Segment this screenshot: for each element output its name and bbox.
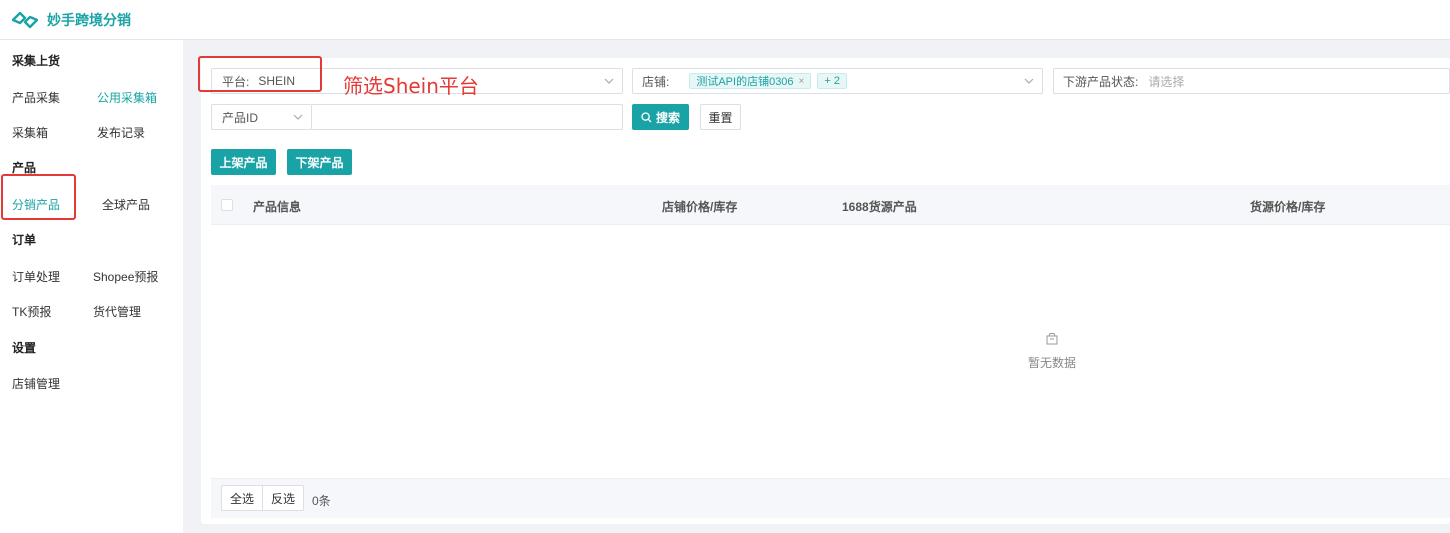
select-all-checkbox[interactable] — [221, 199, 233, 211]
store-tag[interactable]: 测试API的店铺0306 × — [689, 73, 812, 89]
highlight-box-distribution-products — [1, 174, 76, 220]
reset-button[interactable]: 重置 — [700, 104, 741, 130]
chevron-down-icon — [1024, 78, 1034, 84]
nav-item-order-processing[interactable]: 订单处理 — [12, 268, 60, 285]
nav-item-collect-box[interactable]: 采集箱 — [12, 124, 48, 141]
column-store-price-stock: 店铺价格/库存 — [662, 200, 738, 214]
chevron-down-icon — [293, 114, 303, 120]
id-type-select[interactable]: 产品ID — [211, 104, 312, 130]
empty-state: 暂无数据 — [1002, 332, 1102, 371]
column-product-info: 产品信息 — [253, 200, 302, 214]
nav-item-publish-records[interactable]: 发布记录 — [97, 124, 145, 141]
top-bar: 妙手跨境分销 — [0, 0, 1450, 40]
app-title: 妙手跨境分销 — [47, 11, 131, 28]
downstream-status-select[interactable]: 下游产品状态: 请选择 — [1053, 68, 1450, 94]
nav-item-store-management[interactable]: 店铺管理 — [12, 375, 60, 392]
nav-section-collect: 采集上货 — [12, 54, 61, 68]
column-source-price-stock: 货源价格/库存 — [1250, 200, 1326, 214]
nav-item-public-collect-box[interactable]: 公用采集箱 — [97, 89, 157, 106]
record-count: 0条 — [312, 494, 331, 508]
nav-item-global-products[interactable]: 全球产品 — [102, 196, 150, 213]
search-icon — [641, 111, 652, 122]
nav-item-shopee-forecast[interactable]: Shopee预报 — [93, 268, 158, 285]
highlight-box-platform — [198, 56, 322, 92]
nav-item-forwarder-management[interactable]: 货代管理 — [93, 303, 141, 320]
table-footer: 全选 反选 0条 — [211, 478, 1450, 518]
select-all-button[interactable]: 全选 — [222, 486, 262, 510]
empty-box-icon — [1046, 333, 1058, 345]
chevron-down-icon — [604, 78, 614, 84]
nav-section-orders: 订单 — [12, 233, 37, 247]
nav-item-product-collect[interactable]: 产品采集 — [12, 89, 60, 106]
list-products-button[interactable]: 上架产品 — [211, 149, 276, 175]
downstream-status-label: 下游产品状态: — [1063, 74, 1139, 89]
product-id-input[interactable] — [311, 104, 623, 130]
nav-item-tk-forecast[interactable]: TK预报 — [12, 303, 51, 320]
store-tag-label: 测试API的店铺0306 — [696, 76, 794, 88]
search-button-label: 搜索 — [655, 110, 680, 125]
close-icon[interactable]: × — [799, 76, 805, 87]
store-select[interactable]: 店铺: 测试API的店铺0306 × + 2 — [632, 68, 1043, 94]
store-label: 店铺: — [642, 74, 670, 89]
main-panel: 平台: SHEIN 店铺: 测试API的店铺0306 × + 2 下游产品状态:… — [201, 58, 1450, 524]
downstream-status-placeholder: 请选择 — [1148, 74, 1185, 89]
sidebar: 采集上货 产品采集 公用采集箱 采集箱 发布记录 产品 分销产品 全球产品 订单… — [0, 40, 183, 533]
id-type-value: 产品ID — [222, 110, 259, 125]
search-button[interactable]: 搜索 — [632, 104, 689, 130]
delist-products-button[interactable]: 下架产品 — [287, 149, 352, 175]
column-1688-source-product: 1688货源产品 — [842, 200, 917, 214]
nav-section-settings: 设置 — [12, 341, 37, 355]
selection-toggle-group: 全选 反选 — [221, 485, 305, 511]
logo-icon — [12, 11, 38, 28]
empty-text: 暂无数据 — [1027, 356, 1076, 370]
table-header: 产品信息 店铺价格/库存 1688货源产品 货源价格/库存 — [211, 185, 1450, 225]
store-more-tag[interactable]: + 2 — [817, 73, 847, 89]
invert-selection-button[interactable]: 反选 — [262, 486, 303, 510]
annotation-text: 筛选Shein平台 — [343, 74, 479, 98]
